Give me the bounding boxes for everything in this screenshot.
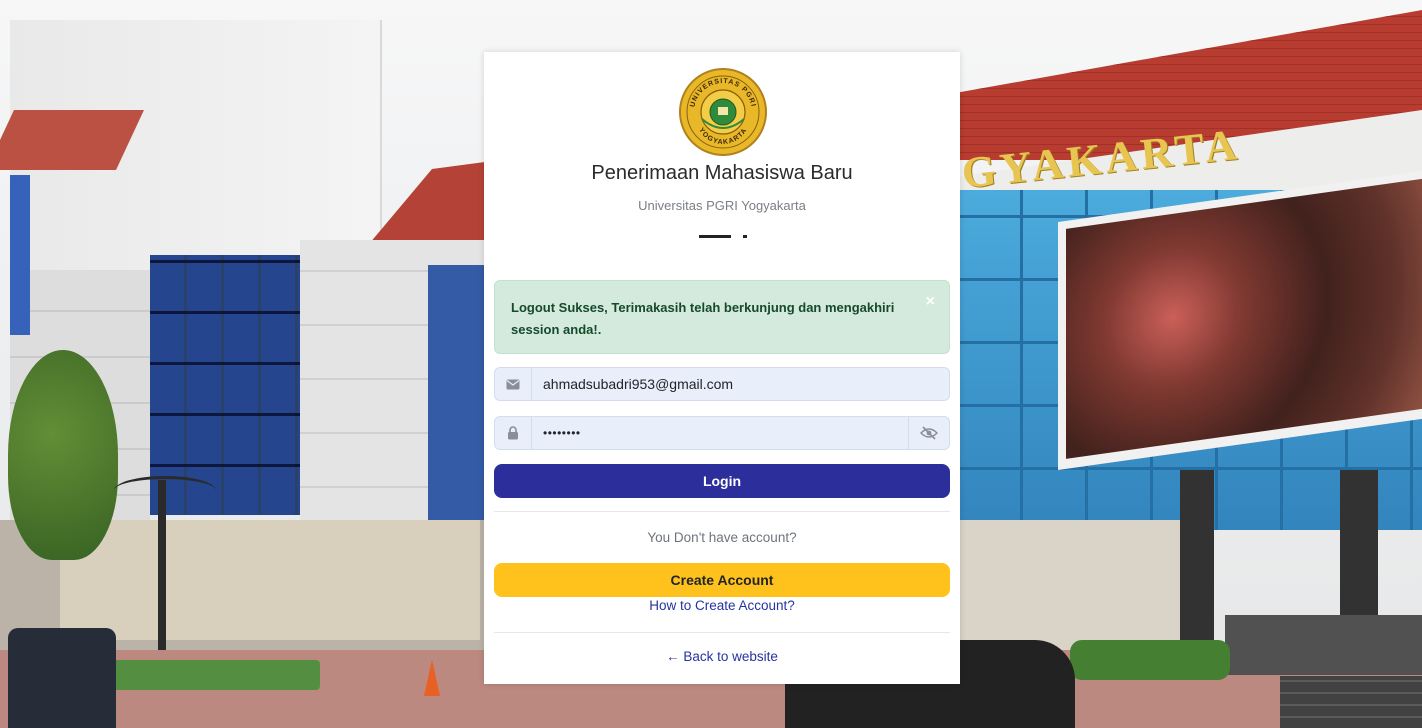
logout-success-alert: Logout Sukses, Terimakasih telah berkunj… [494, 280, 950, 354]
no-account-text: You Don't have account? [647, 530, 797, 545]
create-account-button[interactable]: Create Account [494, 563, 950, 597]
alert-message: Logout Sukses, Terimakasih telah berkunj… [511, 300, 895, 337]
title-divider-dot [743, 235, 747, 238]
page-subtitle: Universitas PGRI Yogyakarta [638, 198, 806, 213]
envelope-icon [495, 368, 532, 400]
password-field[interactable]: •••••••• [494, 416, 950, 450]
university-logo: UNIVERSITAS PGRI YOGYAKARTA [679, 68, 767, 156]
divider [494, 511, 950, 512]
email-input[interactable]: ahmadsubadri953@gmail.com [543, 368, 733, 400]
eye-slash-icon[interactable] [908, 417, 949, 449]
title-divider [699, 235, 731, 238]
how-to-create-account-link[interactable]: How to Create Account? [484, 598, 960, 613]
divider [494, 632, 950, 633]
back-to-website-link[interactable]: ← Back to website [484, 649, 960, 664]
email-field[interactable]: ahmadsubadri953@gmail.com [494, 367, 950, 401]
lock-icon [495, 417, 532, 449]
login-button[interactable]: Login [494, 464, 950, 498]
page-title: Penerimaan Mahasiswa Baru [591, 162, 853, 184]
alert-close-button[interactable]: × [926, 293, 935, 311]
password-input[interactable]: •••••••• [543, 417, 581, 449]
login-card: UNIVERSITAS PGRI YOGYAKARTA Penerimaan M… [484, 52, 960, 684]
